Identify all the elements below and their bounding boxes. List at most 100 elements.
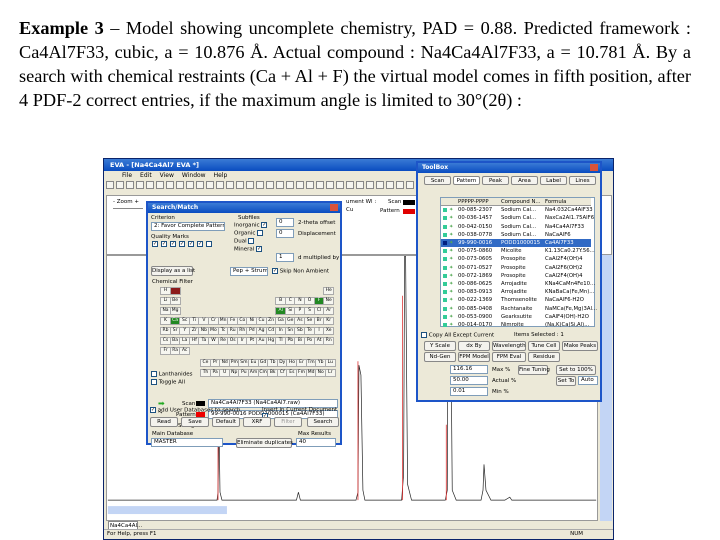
- skip-non-ambient[interactable]: ✓ Skip Non Ambient: [272, 268, 329, 275]
- toolbar-button-icon[interactable]: [406, 181, 414, 189]
- toolbar-button-icon[interactable]: [286, 181, 294, 189]
- element-be[interactable]: Be: [169, 297, 181, 305]
- toolbar-button-icon[interactable]: [166, 181, 174, 189]
- toolbar-button-icon[interactable]: [336, 181, 344, 189]
- toolbar-button-icon[interactable]: [326, 181, 334, 189]
- set-to-button[interactable]: Set To: [556, 376, 576, 386]
- peak-mode-select[interactable]: Pep + Strum: [230, 267, 268, 276]
- toolbar-button-icon[interactable]: [366, 181, 374, 189]
- column-header[interactable]: Compound N...: [501, 198, 540, 206]
- list-item[interactable]: ✦ 99-990-0016 PODD1000015 Ca4Al7F33: [441, 239, 591, 248]
- multiplier-input[interactable]: 1: [276, 253, 294, 262]
- tune-cell-button[interactable]: Tune Cell: [528, 341, 560, 351]
- menu-window[interactable]: Window: [182, 172, 206, 179]
- toolbar-button-icon[interactable]: [116, 181, 124, 189]
- list-item[interactable]: ✦ 00-083-0913 Arrojadite KNaBaCa(Fe,Mn)...: [441, 288, 594, 296]
- toolbar-button-icon[interactable]: [356, 181, 364, 189]
- search-button[interactable]: Search: [307, 417, 339, 427]
- subfile-inorganic[interactable]: Inorganic ✓: [234, 222, 268, 230]
- column-header[interactable]: Formula: [545, 198, 566, 206]
- toolbar-button-icon[interactable]: [396, 181, 404, 189]
- toolbar-button-icon[interactable]: [226, 181, 234, 189]
- menu-view[interactable]: View: [160, 172, 174, 179]
- criterion-select[interactable]: 2: Favor Complete Patterns: [151, 222, 225, 231]
- max-results-stepper[interactable]: 40: [296, 438, 336, 447]
- save-button[interactable]: Save: [181, 417, 209, 427]
- quality-checkbox[interactable]: ✓: [152, 241, 158, 247]
- toolbar-button-icon[interactable]: [376, 181, 384, 189]
- menu-file[interactable]: File: [122, 172, 132, 179]
- toolbar-button-icon[interactable]: [386, 181, 394, 189]
- element-mg[interactable]: Mg: [169, 307, 181, 315]
- toolbar-button-icon[interactable]: [316, 181, 324, 189]
- zoom-slider[interactable]: [113, 208, 143, 209]
- close-icon[interactable]: [330, 204, 338, 211]
- residue-button[interactable]: Residue: [528, 352, 560, 362]
- fpm-model-button[interactable]: FPM Model: [458, 352, 490, 362]
- wavelength-button[interactable]: Wavelength: [492, 341, 526, 351]
- toolbar-button-icon[interactable]: [146, 181, 154, 189]
- lanthanides-toggle[interactable]: Lanthanides: [151, 371, 192, 378]
- tab-scan[interactable]: Scan: [424, 176, 451, 185]
- quality-checkbox[interactable]: ✓: [161, 241, 167, 247]
- list-item[interactable]: ✦ 00-073-0605 Prosopite CaAl2F4(OH)4: [441, 255, 591, 263]
- displacement-input[interactable]: 0: [276, 229, 294, 238]
- display-list-button[interactable]: Display as a list: [151, 266, 195, 276]
- toolbar-button-icon[interactable]: [266, 181, 274, 189]
- list-item[interactable]: ✦ 00-053-0900 Gearksutite CaAlF4(OH)·H2O: [441, 313, 591, 321]
- list-item[interactable]: ✦ 00-072-1869 Prosopite CaAl2F4(OH)4: [441, 272, 591, 280]
- toolbar-button-icon[interactable]: [346, 181, 354, 189]
- tab-label[interactable]: Label: [540, 176, 567, 185]
- set-100-button[interactable]: Set to 100%: [556, 365, 596, 375]
- dx-by-button[interactable]: dx By: [458, 341, 490, 351]
- element-ar[interactable]: Ar: [323, 307, 335, 315]
- toolbar-button-icon[interactable]: [236, 181, 244, 189]
- filter-button[interactable]: Filter: [274, 417, 302, 427]
- fpm-eval-button[interactable]: FPM Eval: [492, 352, 526, 362]
- tab-pattern[interactable]: Pattern: [453, 176, 480, 185]
- list-item[interactable]: ✦ 00-038-0778 Sodium Cal... NaCaAlF6: [441, 231, 591, 239]
- default-button[interactable]: Default: [212, 417, 240, 427]
- toolbar-button-icon[interactable]: [246, 181, 254, 189]
- list-item[interactable]: ✦ 00-014-0170 Nimroite (Na,K)Ca(Si,Al)...: [441, 321, 591, 329]
- list-item[interactable]: ✦ 00-036-1457 Sodium Cal... NaxCa2Al1.75AlF…: [441, 214, 594, 222]
- element-xe[interactable]: Xe: [323, 327, 335, 335]
- toolbar-button-icon[interactable]: [126, 181, 134, 189]
- toolbar-button-icon[interactable]: [136, 181, 144, 189]
- list-item[interactable]: ✦ 00-042-0150 Sodium Cal... Na4Ca4Al7F33: [441, 223, 591, 231]
- element-lr[interactable]: Lr: [324, 369, 336, 377]
- list-item[interactable]: ✦ 00-022-1369 Thomsenolite NaCaAlF6·H2O: [441, 296, 591, 304]
- add-user-db-checkbox[interactable]: ✓: [150, 407, 156, 413]
- menu-edit[interactable]: Edit: [140, 172, 152, 179]
- auto-select[interactable]: Auto: [578, 376, 598, 385]
- toolbar-button-icon[interactable]: [206, 181, 214, 189]
- nd-gen-button[interactable]: Nd-Gen: [424, 352, 456, 362]
- list-item[interactable]: ✦ 00-085-2307 Sodium Cal... Na4.032Ca4AlF33: [441, 206, 593, 214]
- subfile-checkbox[interactable]: ✓: [256, 246, 263, 252]
- toolbar-button-icon[interactable]: [256, 181, 264, 189]
- copy-all-toggle[interactable]: Copy All Except Current: [421, 332, 494, 339]
- list-item[interactable]: ✦ 00-071-0527 Prosopite CaAl2F6(OH)2: [441, 264, 591, 272]
- lanthanides-checkbox[interactable]: [151, 371, 157, 377]
- toolbar-button-icon[interactable]: [156, 181, 164, 189]
- copy-checkbox[interactable]: [421, 332, 427, 338]
- subfile-mineral[interactable]: Mineral ✓: [234, 246, 267, 254]
- toggle-all-checkbox[interactable]: [151, 379, 157, 385]
- quality-checkbox[interactable]: [206, 241, 212, 247]
- quality-checkbox[interactable]: ✓: [179, 241, 185, 247]
- subfile-checkbox[interactable]: [248, 238, 255, 244]
- element-ac[interactable]: Ac: [179, 347, 191, 355]
- element-kr[interactable]: Kr: [323, 317, 335, 325]
- toolbar-button-icon[interactable]: [106, 181, 114, 189]
- two-theta-offset-input[interactable]: 0: [276, 218, 294, 227]
- subfile-organic[interactable]: Organic: [234, 230, 267, 238]
- quality-checkbox[interactable]: ✓: [197, 241, 203, 247]
- element-placeholder[interactable]: [169, 287, 181, 295]
- menu-help[interactable]: Help: [214, 172, 228, 179]
- toolbar-button-icon[interactable]: [276, 181, 284, 189]
- subfile-checkbox[interactable]: ✓: [261, 222, 268, 228]
- tab-lines[interactable]: Lines: [569, 176, 596, 185]
- skip-checkbox[interactable]: ✓: [272, 268, 278, 274]
- quality-checkbox[interactable]: ✓: [170, 241, 176, 247]
- toolbar-button-icon[interactable]: [196, 181, 204, 189]
